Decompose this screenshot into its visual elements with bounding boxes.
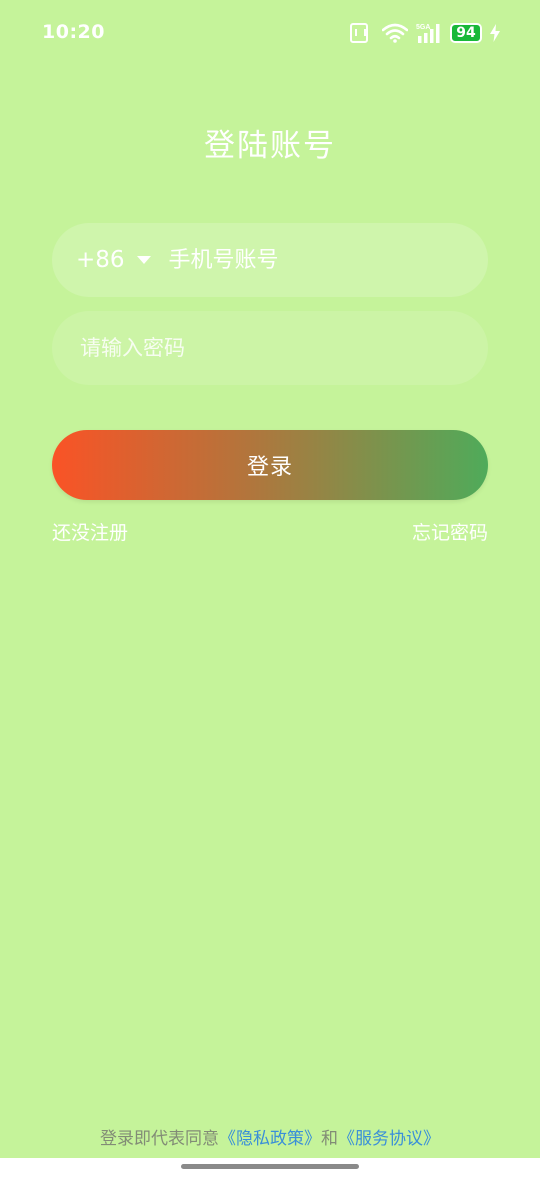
signal-network-label: 5GA	[416, 24, 430, 31]
agreement-text: 登录即代表同意《隐私政策》和《服务协议》	[0, 1124, 540, 1149]
terms-of-service-link[interactable]: 《服务协议》	[338, 1129, 440, 1149]
agreement-and: 和	[321, 1129, 338, 1149]
caret-down-icon	[136, 256, 151, 264]
forgot-password-link[interactable]: 忘记密码	[412, 518, 488, 545]
battery-icon: 94	[450, 23, 482, 43]
phone-input[interactable]	[168, 247, 469, 273]
password-input[interactable]	[80, 336, 460, 360]
signal-icon: 5GA	[416, 22, 442, 44]
country-code-selector[interactable]: +86	[76, 247, 151, 273]
agreement-prefix: 登录即代表同意	[100, 1129, 219, 1149]
phone-field: +86	[52, 223, 488, 297]
login-screen: 10:20 5GA 94 登陆账号 +86 手机号账号 登录 还没注册 忘记密码…	[0, 0, 540, 1158]
status-icons: 5GA 94	[350, 22, 500, 44]
status-bar: 10:20 5GA 94	[0, 0, 540, 66]
register-link[interactable]: 还没注册	[52, 518, 128, 545]
status-time: 10:20	[42, 21, 105, 43]
password-field	[52, 311, 488, 385]
nfc-icon	[350, 23, 368, 43]
login-button[interactable]: 登录	[52, 430, 488, 500]
home-indicator[interactable]	[181, 1164, 359, 1169]
privacy-policy-link[interactable]: 《隐私政策》	[219, 1129, 321, 1149]
wifi-icon	[382, 23, 408, 43]
country-code-label: +86	[76, 247, 125, 273]
page-title: 登陆账号	[204, 128, 336, 164]
bottom-strip	[0, 1158, 540, 1181]
charging-icon	[490, 24, 500, 42]
